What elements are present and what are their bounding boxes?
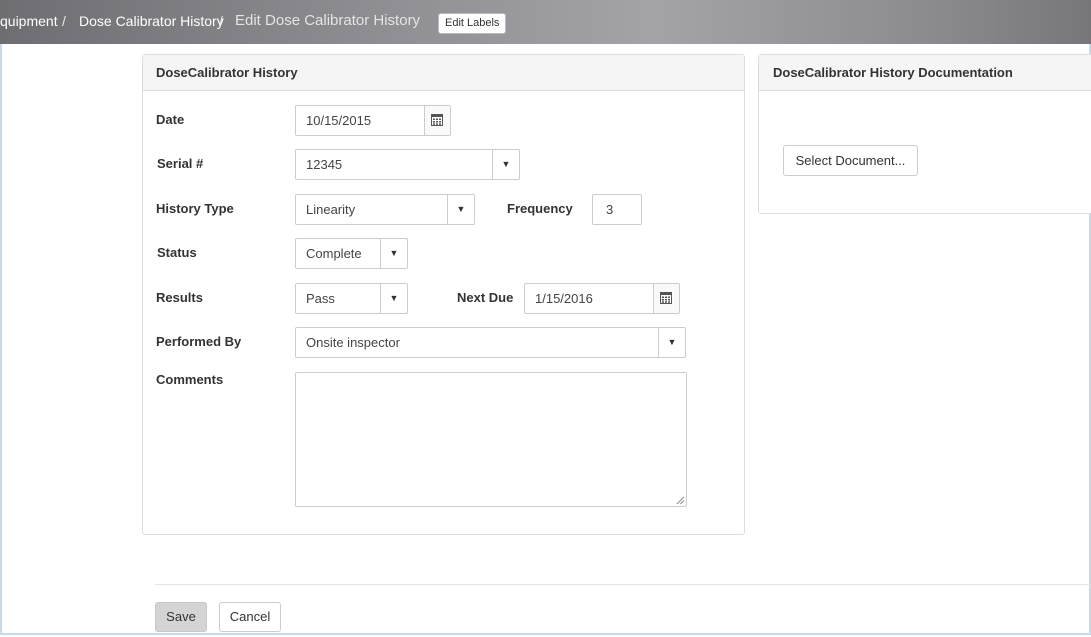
calendar-icon[interactable] bbox=[424, 106, 450, 135]
chevron-down-icon[interactable]: ▼ bbox=[380, 239, 407, 268]
date-field[interactable]: 10/15/2015 bbox=[295, 105, 451, 136]
results-select[interactable]: Pass ▼ bbox=[295, 283, 408, 314]
panel-title: DoseCalibrator History bbox=[143, 55, 744, 91]
history-type-select[interactable]: Linearity ▼ bbox=[295, 194, 475, 225]
status-label: Status bbox=[157, 245, 197, 260]
serial-select[interactable]: 12345 ▼ bbox=[295, 149, 520, 180]
history-type-label: History Type bbox=[156, 201, 234, 216]
chevron-down-icon[interactable]: ▼ bbox=[447, 195, 474, 224]
results-label: Results bbox=[156, 290, 203, 305]
calendar-icon[interactable] bbox=[653, 284, 679, 313]
save-button[interactable]: Save bbox=[155, 602, 207, 632]
next-due-label: Next Due bbox=[457, 290, 514, 305]
status-select[interactable]: Complete ▼ bbox=[295, 238, 408, 269]
chevron-down-icon[interactable]: ▼ bbox=[380, 284, 407, 313]
comments-label: Comments bbox=[156, 372, 224, 387]
comments-textarea[interactable] bbox=[295, 372, 687, 507]
edit-labels-button[interactable]: Edit Labels bbox=[438, 13, 507, 34]
performed-by-select[interactable]: Onsite inspector ▼ bbox=[295, 327, 686, 358]
breadcrumb-dose-calibrator-history[interactable]: Dose Calibrator History bbox=[79, 13, 224, 29]
cancel-button[interactable]: Cancel bbox=[219, 602, 281, 632]
footer-divider bbox=[155, 584, 1091, 585]
performed-by-label: Performed By bbox=[156, 334, 242, 349]
date-value: 10/15/2015 bbox=[306, 113, 372, 128]
results-value: Pass bbox=[306, 291, 335, 306]
status-value: Complete bbox=[306, 246, 362, 261]
next-due-field[interactable]: 1/15/2016 bbox=[524, 283, 680, 314]
breadcrumb-current-page: Edit Dose Calibrator History bbox=[235, 12, 421, 29]
select-document-button[interactable]: Select Document... bbox=[783, 145, 918, 176]
documentation-panel: DoseCalibrator History Documentation bbox=[758, 54, 1091, 214]
serial-label: Serial # bbox=[157, 156, 204, 171]
performed-by-value: Onsite inspector bbox=[306, 335, 400, 350]
chevron-down-icon[interactable]: ▼ bbox=[492, 150, 519, 179]
history-type-value: Linearity bbox=[306, 202, 356, 217]
frequency-label: Frequency bbox=[507, 201, 573, 216]
breadcrumb-separator: / bbox=[219, 13, 223, 29]
documentation-panel-title: DoseCalibrator History Documentation bbox=[759, 55, 1091, 91]
serial-value: 12345 bbox=[306, 157, 343, 172]
resize-grip-icon[interactable] bbox=[676, 496, 685, 505]
frequency-input[interactable]: 3 bbox=[592, 194, 642, 225]
next-due-value: 1/15/2016 bbox=[535, 291, 593, 306]
breadcrumb-separator: / bbox=[62, 13, 66, 29]
frequency-value: 3 bbox=[606, 202, 614, 217]
breadcrumb-bar: quipment / Dose Calibrator History / Edi… bbox=[0, 0, 1091, 44]
chevron-down-icon[interactable]: ▼ bbox=[658, 328, 685, 357]
breadcrumb-equipment[interactable]: quipment bbox=[0, 13, 58, 29]
date-label: Date bbox=[156, 112, 185, 127]
